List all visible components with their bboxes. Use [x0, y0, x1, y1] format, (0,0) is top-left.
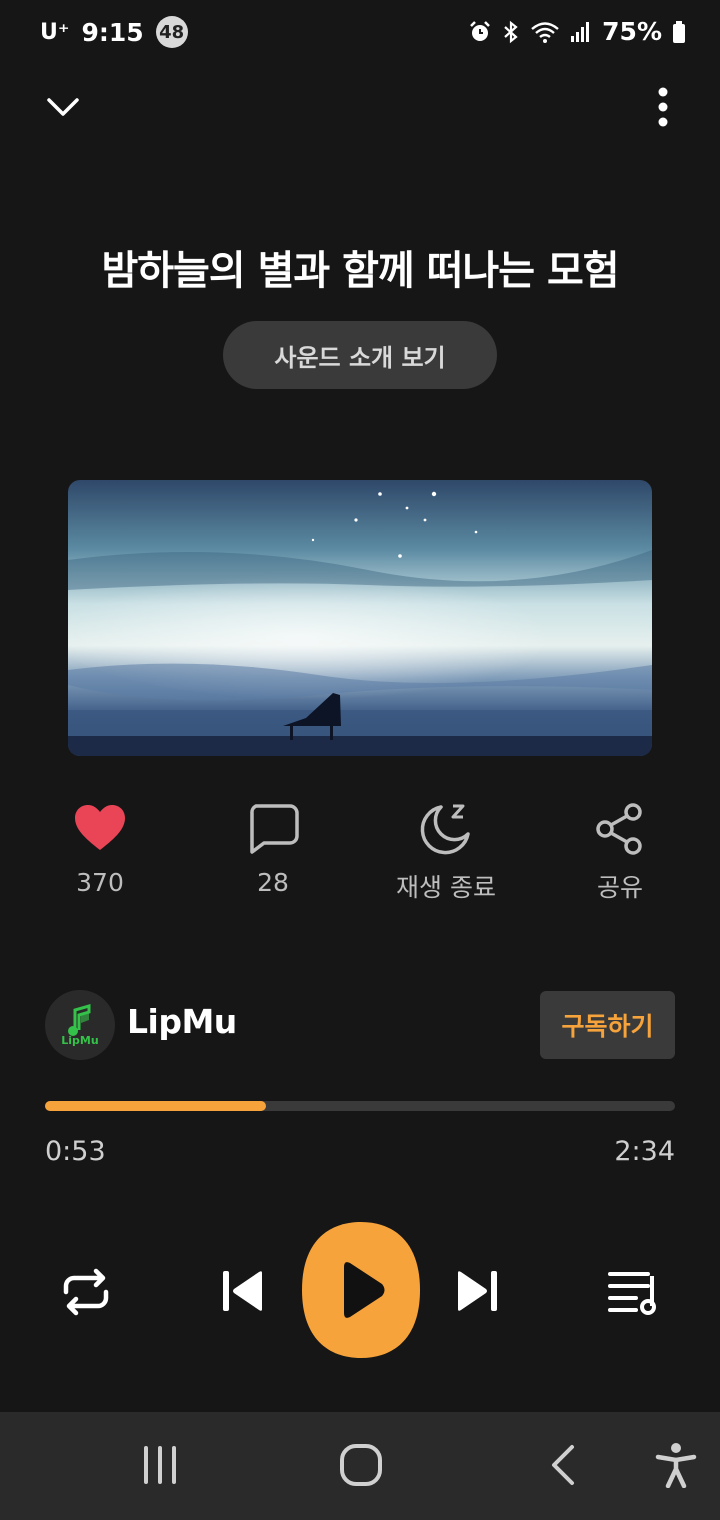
wifi-icon: [531, 21, 559, 43]
playlist-icon: [608, 1272, 656, 1315]
sleep-timer-icon: [420, 804, 470, 855]
share-label: 공유: [596, 873, 643, 902]
comment-count: 28: [257, 868, 289, 897]
subscribe-button[interactable]: 구독하기: [540, 991, 675, 1059]
share-button[interactable]: 공유: [540, 800, 700, 904]
bluetooth-icon: [504, 20, 518, 43]
alarm-icon: [470, 20, 491, 41]
signal-icon: [571, 21, 590, 42]
like-button[interactable]: 370: [20, 800, 180, 897]
comment-button[interactable]: 28: [193, 800, 353, 897]
channel-avatar[interactable]: LipMu: [45, 990, 115, 1060]
recents-icon[interactable]: [140, 1442, 180, 1488]
status-bar: U⁺ 9:15 48 75%: [0, 0, 720, 68]
previous-button[interactable]: [220, 1268, 266, 1314]
play-icon: [302, 1222, 420, 1358]
back-icon[interactable]: [546, 1442, 580, 1488]
channel-name[interactable]: LipMu: [127, 1002, 237, 1041]
battery-percent: 75%: [602, 17, 662, 46]
music-note-icon: [68, 1003, 91, 1036]
playback-controls: [0, 1222, 720, 1362]
more-vert-icon[interactable]: [656, 86, 670, 128]
system-nav-bar: [0, 1412, 720, 1520]
album-artwork: [68, 480, 652, 756]
chevron-down-icon[interactable]: [44, 88, 82, 126]
progress-fill: [45, 1101, 266, 1111]
status-time: 9:15: [81, 17, 144, 47]
player-top-bar: [0, 80, 720, 140]
track-title: 밤하늘의 별과 함께 떠나는 모험: [101, 248, 619, 294]
repeat-button[interactable]: [60, 1266, 112, 1318]
track-actions: 370 28 재생 종료 공유: [0, 800, 720, 910]
channel-row: LipMu LipMu 구독하기: [45, 988, 675, 1062]
heart-icon: [75, 805, 125, 850]
battery-icon: [673, 20, 685, 43]
skip-next-icon: [458, 1271, 497, 1311]
carrier-label: U⁺: [40, 19, 70, 45]
skip-previous-icon: [223, 1271, 262, 1311]
play-button[interactable]: [302, 1222, 420, 1358]
comment-icon: [250, 804, 299, 854]
playlist-button[interactable]: [606, 1266, 662, 1318]
sleep-timer-button[interactable]: 재생 종료: [366, 800, 526, 904]
repeat-icon: [63, 1268, 109, 1316]
current-time: 0:53: [45, 1136, 106, 1167]
avatar-label: LipMu: [61, 1033, 99, 1047]
progress-bar[interactable]: [45, 1101, 675, 1111]
home-icon[interactable]: [338, 1442, 384, 1488]
accessibility-icon[interactable]: [654, 1442, 698, 1488]
total-time: 2:34: [614, 1136, 675, 1167]
notification-badge: 48: [155, 16, 188, 48]
sound-intro-button[interactable]: 사운드 소개 보기: [223, 321, 497, 389]
sleep-timer-label: 재생 종료: [396, 873, 496, 902]
next-button[interactable]: [454, 1268, 500, 1314]
share-icon: [596, 803, 642, 855]
like-count: 370: [76, 868, 124, 897]
